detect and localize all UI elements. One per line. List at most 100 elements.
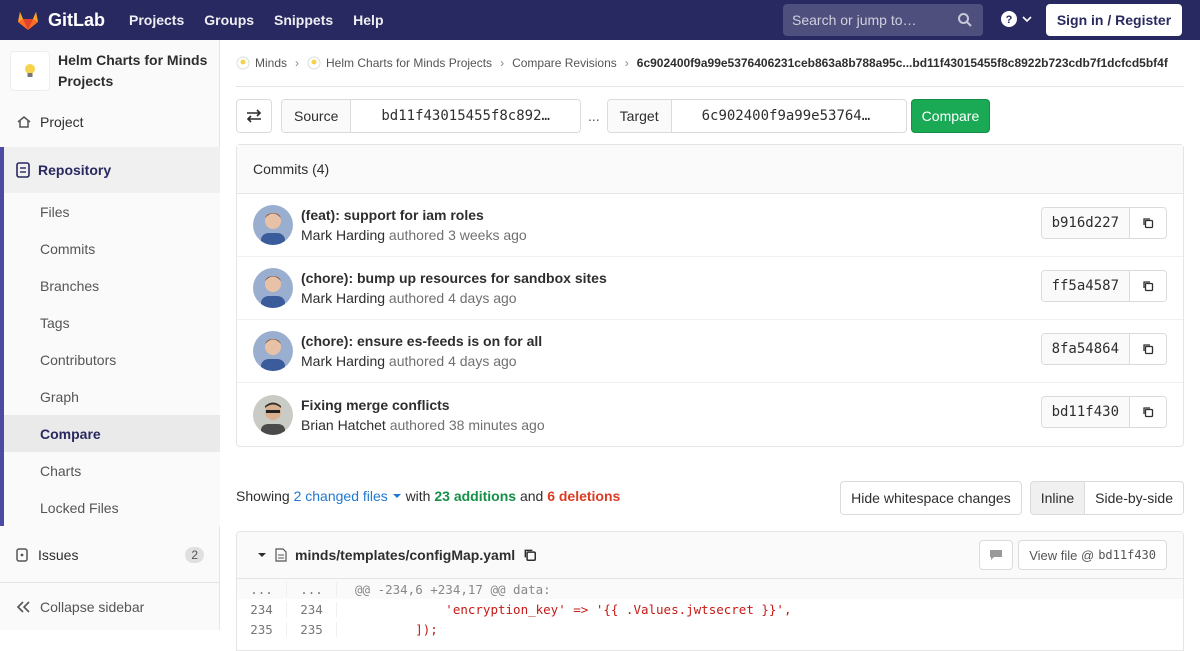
commit-title[interactable]: (chore): ensure es-feeds is on for all bbox=[301, 333, 542, 349]
author-avatar[interactable] bbox=[253, 394, 293, 435]
commit-title[interactable]: Fixing merge conflicts bbox=[301, 397, 545, 413]
sidebar-item-label: Repository bbox=[38, 162, 112, 178]
swap-revisions-button[interactable] bbox=[236, 99, 272, 133]
sidebar-item-label: Project bbox=[40, 114, 84, 130]
sidebar-item-tags[interactable]: Tags bbox=[4, 304, 220, 341]
target-revision-dropdown[interactable]: Target 6c902400f9a99e53764… bbox=[606, 99, 907, 133]
new-line-number[interactable]: 235 bbox=[287, 621, 337, 637]
copy-icon[interactable] bbox=[523, 548, 537, 562]
author-avatar[interactable] bbox=[253, 205, 293, 245]
toggle-comments-button[interactable] bbox=[979, 540, 1014, 570]
issues-count-badge: 2 bbox=[185, 547, 204, 563]
nav-help[interactable]: Help bbox=[353, 12, 383, 28]
sidebar-item-repository[interactable]: Repository bbox=[4, 147, 220, 193]
commit-author[interactable]: Mark Harding bbox=[301, 290, 385, 306]
nav-groups[interactable]: Groups bbox=[204, 12, 254, 28]
old-line-number[interactable]: ... bbox=[237, 581, 287, 597]
diff-code: 'encryption_key' => '{{ .Values.jwtsecre… bbox=[355, 601, 792, 617]
breadcrumb-item-project[interactable]: Helm Charts for Minds Projects › bbox=[307, 56, 512, 70]
copy-icon bbox=[1143, 218, 1154, 229]
sign-in-button[interactable]: Sign in / Register bbox=[1046, 4, 1182, 36]
sidebar-item-branches[interactable]: Branches bbox=[4, 267, 220, 304]
commit-author[interactable]: Brian Hatchet bbox=[301, 417, 386, 433]
changed-files-dropdown[interactable]: 2 changed files bbox=[294, 488, 402, 504]
commit-sha[interactable]: bd11f430 bbox=[1041, 397, 1130, 427]
authored-label: authored bbox=[389, 416, 445, 433]
commit-sha-group: 8fa54864 bbox=[1040, 333, 1167, 365]
main-content: Minds › Helm Charts for Minds Projects ›… bbox=[236, 40, 1184, 651]
home-icon bbox=[16, 114, 32, 130]
sidebar-item-issues[interactable]: Issues 2 bbox=[0, 535, 220, 575]
commit-row: Fixing merge conflicts Brian Hatchet aut… bbox=[237, 383, 1183, 446]
commit-author[interactable]: Mark Harding bbox=[301, 353, 385, 369]
view-file-sha: bd11f430 bbox=[1098, 548, 1156, 562]
breadcrumb-item-group[interactable]: Minds › bbox=[236, 56, 307, 70]
collapse-sidebar-button[interactable]: Collapse sidebar bbox=[0, 582, 220, 630]
commit-time: 4 days ago bbox=[448, 353, 517, 369]
hide-whitespace-button[interactable]: Hide whitespace changes bbox=[840, 481, 1022, 515]
old-line-number[interactable]: 235 bbox=[237, 621, 287, 637]
copy-sha-button[interactable] bbox=[1130, 397, 1166, 427]
sidebar-item-contributors[interactable]: Contributors bbox=[4, 341, 220, 378]
swap-arrows-icon bbox=[246, 109, 262, 123]
commit-sha-group: ff5a4587 bbox=[1040, 270, 1167, 302]
new-line-number[interactable]: ... bbox=[287, 581, 337, 597]
svg-text:?: ? bbox=[1006, 14, 1013, 26]
view-file-button[interactable]: View file @ bd11f430 bbox=[1018, 540, 1167, 570]
copy-sha-button[interactable] bbox=[1130, 334, 1166, 364]
old-line-number[interactable]: 234 bbox=[237, 601, 287, 617]
commit-sha[interactable]: b916d227 bbox=[1041, 208, 1130, 238]
author-avatar[interactable] bbox=[253, 268, 293, 308]
compare-button[interactable]: Compare bbox=[910, 99, 991, 133]
main-nav: Projects Groups Snippets Help bbox=[129, 12, 404, 28]
sidebar-item-locked-files[interactable]: Locked Files bbox=[4, 489, 220, 526]
commit-title[interactable]: (feat): support for iam roles bbox=[301, 207, 527, 223]
double-chevron-left-icon bbox=[16, 600, 30, 613]
stats-showing: Showing bbox=[236, 488, 290, 504]
sidebar-item-graph[interactable]: Graph bbox=[4, 378, 220, 415]
commit-time: 3 weeks ago bbox=[448, 227, 527, 243]
nav-projects[interactable]: Projects bbox=[129, 12, 184, 28]
side-by-side-view-button[interactable]: Side-by-side bbox=[1085, 481, 1184, 515]
commit-author[interactable]: Mark Harding bbox=[301, 227, 385, 243]
breadcrumb-separator: › bbox=[295, 56, 300, 70]
breadcrumb-item-compare[interactable]: Compare Revisions › bbox=[512, 56, 637, 70]
search-input[interactable]: Search or jump to… bbox=[783, 4, 983, 36]
file-icon bbox=[275, 548, 287, 562]
sidebar-project-header[interactable]: Helm Charts for Minds Projects bbox=[0, 40, 219, 102]
commit-sha[interactable]: ff5a4587 bbox=[1041, 271, 1130, 301]
sidebar-item-compare[interactable]: Compare bbox=[4, 415, 220, 452]
sidebar-item-project[interactable]: Project bbox=[0, 102, 219, 142]
commit-time: 38 minutes ago bbox=[448, 416, 545, 433]
inline-view-button[interactable]: Inline bbox=[1029, 481, 1086, 515]
search-icon bbox=[958, 13, 972, 27]
commit-row: (chore): ensure es-feeds is on for all M… bbox=[237, 320, 1183, 383]
commit-title[interactable]: (chore): bump up resources for sandbox s… bbox=[301, 270, 607, 286]
copy-sha-button[interactable] bbox=[1130, 208, 1166, 238]
sidebar-item-files[interactable]: Files bbox=[4, 193, 220, 230]
commit-row: (chore): bump up resources for sandbox s… bbox=[237, 257, 1183, 320]
copy-icon bbox=[1143, 407, 1154, 418]
group-avatar-icon bbox=[236, 56, 250, 70]
collapse-caret-icon[interactable] bbox=[257, 550, 267, 560]
caret-down-icon bbox=[392, 494, 401, 498]
nav-snippets[interactable]: Snippets bbox=[274, 12, 333, 28]
copy-sha-button[interactable] bbox=[1130, 271, 1166, 301]
sidebar-project-name: Helm Charts for Minds Projects bbox=[58, 52, 208, 89]
author-avatar[interactable] bbox=[253, 331, 293, 371]
new-line-number[interactable]: 234 bbox=[287, 601, 337, 617]
breadcrumb-current[interactable]: 6c902400f9a99e5376406231ceb863a8b788a95c… bbox=[637, 56, 1168, 70]
diff-code: @@ -234,6 +234,17 @@ data: bbox=[355, 581, 551, 597]
search-placeholder: Search or jump to… bbox=[792, 12, 917, 28]
doc-icon bbox=[16, 162, 30, 178]
diff-file-actions: View file @ bd11f430 bbox=[979, 540, 1167, 570]
diff-file-path[interactable]: minds/templates/configMap.yaml bbox=[295, 547, 515, 563]
help-dropdown[interactable]: ? bbox=[1001, 11, 1033, 27]
sidebar-item-charts[interactable]: Charts bbox=[4, 452, 220, 489]
sidebar-item-commits[interactable]: Commits bbox=[4, 230, 220, 267]
gitlab-logo[interactable]: GitLab bbox=[16, 8, 105, 32]
source-revision-dropdown[interactable]: Source bd11f43015455f8c892… bbox=[281, 99, 581, 133]
breadcrumb-separator: › bbox=[500, 56, 505, 70]
additions-count: 23 additions bbox=[434, 488, 517, 504]
commit-sha[interactable]: 8fa54864 bbox=[1041, 334, 1130, 364]
